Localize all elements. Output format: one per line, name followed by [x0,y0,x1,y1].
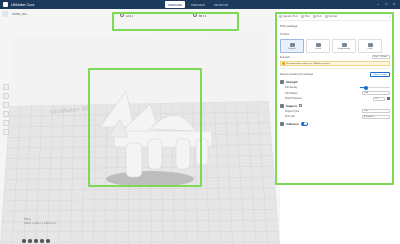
visual-profile-icon [315,42,321,47]
move-tool-icon[interactable] [3,84,9,90]
rotate-tool-icon[interactable] [3,102,9,108]
mirror-tool-icon[interactable] [3,111,9,117]
profile-cards: Default Visual Engineering Draft [277,38,393,54]
print-with-label: Print with [285,115,295,119]
file-name[interactable]: UMS5_Wo... [12,12,29,16]
view-front-icon[interactable] [28,239,32,243]
recommended-label: Recommended print settings [280,73,314,76]
profile-card-engineering[interactable]: Engineering [332,39,356,53]
infill-pattern-dropdown[interactable]: Grid [362,91,390,96]
extruder-2-detail: BB 0.4 [199,15,207,18]
view-controls [22,239,50,243]
stage-tabs: PREPARE PREVIEW MONITOR [165,1,231,8]
divider [280,68,390,69]
infill-density-label: Infill density [285,86,298,90]
viewport-side-toolbar [3,84,9,135]
layer-profile-label: Extrusion [280,55,290,59]
adhesion-toggle[interactable] [300,121,308,126]
default-profile-icon [289,42,295,47]
support-checkbox[interactable] [298,103,303,108]
layer-profile-dropdown[interactable]: Fast - 0.2mm [372,55,390,59]
view-left-icon[interactable] [40,239,44,243]
profile-card-default[interactable]: Default [280,39,304,53]
shell-thickness-value[interactable]: 0.8 [373,96,385,101]
infill-pattern-label: Infill Pattern [285,91,298,95]
support-group: Support [277,102,393,109]
close-icon[interactable]: × [389,15,391,19]
print-with-dropdown[interactable]: Extruder 1 [362,114,390,119]
open-file-icon[interactable] [2,11,8,17]
link-icon[interactable] [387,96,390,100]
support-blocker-icon[interactable] [3,129,9,135]
infill-density-slider[interactable] [360,85,390,90]
model-shadow [106,171,194,187]
profiles-title: Profiles [280,32,290,36]
shell-thickness-label: Shell Thickness [285,97,302,101]
adhesion-group: Adhesion [277,120,393,127]
file-toolbar: UMS5_Wo... [2,11,29,17]
header-material-1[interactable]: Generic PLA [279,15,298,18]
profile-icon [324,15,328,18]
view-right-icon[interactable] [46,239,50,243]
header-material-2[interactable]: PLA [300,15,310,18]
extruder-1-detail: AA 0.4 [126,15,134,18]
infill-slider-knob[interactable] [364,85,368,90]
recommended-notice: Recommended settings for UltiMaker print… [280,61,390,66]
view-3d-icon[interactable] [22,239,26,243]
custom-settings-row: Recommended print settings Show Custom [277,71,393,78]
close-window-icon[interactable]: × [392,2,396,6]
adhesion-icon [280,121,284,126]
strength-icon [280,80,284,84]
profile-card-visual[interactable]: Visual [306,39,330,53]
panel-header: Generic PLA PLA PLA Normal × [277,13,393,21]
layer-profile-row: Extrusion Fast - 0.2mm [277,54,393,60]
window-controls: – □ × [376,2,396,6]
material-icon [300,15,304,18]
support-type-dropdown[interactable]: Tree [362,109,390,114]
print-settings-panel: Generic PLA PLA PLA Normal × Print setti… [276,13,393,184]
title-bar: UltiMaker Cura PREPARE PREVIEW MONITOR –… [0,0,400,9]
printer-extruder-2[interactable]: UltiMaker S5 Pro... BB 0.4 [193,11,235,19]
draft-profile-icon [367,42,373,47]
support-type-label: Support Type [285,109,300,113]
shell-thickness-controls: 0.8 [373,96,390,101]
view-top-icon[interactable] [34,239,38,243]
object-info: Tiling 199.0 x 126.2 x 100.0 mm [24,217,56,225]
strength-group: Strength [277,78,393,85]
build-plate[interactable] [0,9,280,244]
maximize-icon[interactable]: □ [384,2,388,6]
per-model-settings-icon[interactable] [3,120,9,126]
tab-monitor[interactable]: MONITOR [211,1,231,8]
header-profile[interactable]: Normal [324,15,337,18]
engineering-profile-icon [341,42,347,47]
tab-preview[interactable]: PREVIEW [188,1,208,8]
show-custom-button[interactable]: Show Custom [370,72,390,77]
extruder-1-icon [120,13,124,17]
info-icon [282,62,285,65]
app-name: UltiMaker Cura [11,2,35,7]
build-viewport[interactable]: UltiMaker S5 Tiling 199.0 x 126.2 x 100.… [0,9,280,244]
extruder-2-icon [193,13,197,17]
profile-card-draft[interactable]: Draft [358,39,382,53]
tab-prepare[interactable]: PREPARE [165,1,185,8]
app-logo-icon [3,2,8,7]
header-material-3[interactable]: PLA [312,15,322,18]
minimize-icon[interactable]: – [376,2,380,6]
printer-extruder-1[interactable]: UltiMaker S5 Pro... AA 0.4 [120,11,162,19]
material-icon [279,15,282,18]
object-dimensions: 199.0 x 126.2 x 100.0 mm [24,221,57,225]
panel-title: Print settings [280,24,298,28]
scale-tool-icon[interactable] [3,93,9,99]
material-icon [312,15,316,18]
support-icon [280,103,284,108]
